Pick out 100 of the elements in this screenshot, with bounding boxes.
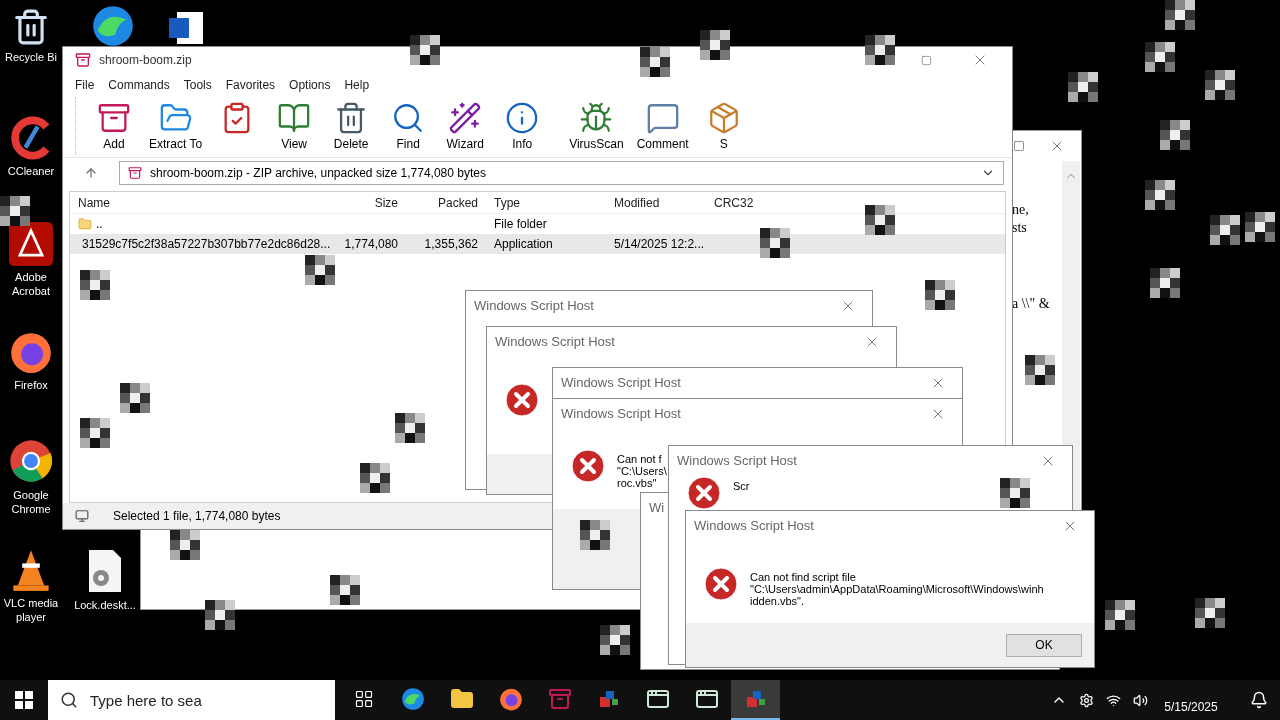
glitch-tile [600,625,630,655]
archive-icon [547,687,572,711]
task-view-icon [353,689,374,709]
glitch-tile [1145,42,1175,72]
glitch-tile [1245,212,1275,242]
clock-date[interactable]: 5/15/2025 [1160,698,1222,716]
toolbar-button[interactable]: Comment [636,101,689,155]
window-icon [694,687,719,711]
recycle-bin-icon [12,8,50,46]
folder-icon [449,687,474,711]
glitch-tile [1105,600,1135,630]
network-icon[interactable] [1106,692,1121,708]
column-header[interactable]: CRC32 [706,193,776,212]
toolbar-button[interactable]: View [272,101,317,155]
column-header[interactable]: Name [70,193,326,212]
toolbar-button[interactable]: Extract To [149,101,203,155]
document-text: sts [1012,219,1028,237]
table-cell-text: 1,355,362 [423,236,479,253]
desktop-icon[interactable]: Adobe Acrobat [2,222,60,298]
column-header[interactable]: Modified [606,193,706,212]
toolbar-button[interactable]: Add [92,101,136,155]
search-field[interactable]: Type here to sea [48,680,335,720]
info-icon [505,101,540,135]
desktop-icon[interactable]: Lock.deskt... [76,548,134,612]
up-arrow-icon [84,165,98,180]
desktop-icon-label: CCleaner [7,164,55,178]
table-cell-text: 5/14/2025 12:2... [613,236,706,253]
menu-item[interactable]: Commands [108,76,170,94]
dialog-title: Windows Script Host [694,517,814,536]
toolbar-button[interactable]: VirusScan [569,101,624,155]
pdf-app-icon [9,222,53,266]
browser-icon [91,4,135,48]
glitch-tile [1145,180,1175,210]
browser-icon [498,687,523,711]
desktop-icon[interactable]: CCleaner [2,116,60,178]
status-text: Selected 1 file, 1,774,080 bytes [113,508,281,525]
glitch-tile [80,270,110,300]
bug-icon [579,101,614,135]
document-text: ne, [1012,201,1030,219]
drive-icon [75,509,89,523]
dialog-title: Wi [649,499,665,518]
dialog-title: Windows Script Host [495,333,615,352]
document-text: a \\" & [1012,295,1051,313]
menu-item[interactable]: Favorites [225,76,276,94]
dialog-title: Windows Script Host [677,452,797,471]
desktop-icon-label: Firefox [14,378,48,392]
desktop-icon-label: VLC media player [2,596,60,624]
column-header[interactable]: Size [326,193,406,212]
notifications-icon[interactable] [1250,691,1268,709]
menu-item[interactable]: Help [344,76,370,94]
desktop-icon[interactable]: Google Chrome [2,438,60,516]
toolbar-button[interactable]: Find [386,101,431,155]
dialog-message: Scr [733,480,750,492]
browser-icon [400,687,425,711]
dialog-message: Can not f [617,453,663,465]
glitch-tile [1160,120,1190,150]
dialog-message: roc.vbs" [617,477,658,489]
glitch-tile [395,413,425,443]
dialog-title: Windows Script Host [561,405,681,424]
file-name: .. [96,216,103,233]
toolbar-button[interactable]: Delete [329,101,374,155]
search-icon [60,691,78,709]
glitch-tile [1025,355,1055,385]
dialog-message: Can not find script file [750,571,857,583]
table-cell-text: File folder [493,216,548,233]
ok-button[interactable]: OK [1006,633,1082,657]
speech-bubble-icon [645,101,680,135]
glitch-tile [0,196,30,226]
volume-icon[interactable] [1133,692,1148,708]
address-text: shroom-boom.zip - ZIP archive, unpacked size 1,774,080 bytes [150,164,487,182]
glitch-tile [205,600,235,630]
glitch-tile [1165,0,1195,30]
toolbar-button[interactable]: Wizard [443,101,488,155]
maximize-icon[interactable] [1013,140,1025,152]
menu-item[interactable]: Options [289,76,331,94]
wand-icon [448,101,483,135]
desktop-icon[interactable]: VLC media player [2,548,60,624]
desktop-icon[interactable]: Firefox [2,330,60,392]
glitch-tile [80,418,110,448]
address-field[interactable]: shroom-boom.zip - ZIP archive, unpacked size 1,774,080 bytes [119,160,1004,185]
desktop-icon[interactable]: Recycle Bi [2,8,60,64]
toolbar-button[interactable]: Info [500,101,545,155]
glitch-tile [1210,215,1240,245]
tray-app-icon[interactable] [1079,692,1094,708]
file-row[interactable]: 31529c7f5c2f38a57227b307bb77e2dc86d28... 1,774,080 1,355,362 Application 5/14/2025 12:2... [70,234,1005,254]
column-header[interactable]: Type [486,193,606,212]
column-header[interactable]: Packed [406,193,486,212]
windows-logo-icon [15,691,33,709]
menu-item[interactable]: Tools [183,76,212,94]
menu-item[interactable]: File [75,76,95,94]
table-cell-text: Application [493,236,554,253]
dialog-title: Windows Script Host [561,374,681,393]
glitch-tile [1195,598,1225,628]
browser-icon [8,438,54,484]
toolbar-button[interactable]: S [701,101,746,155]
archive-icon [128,165,142,180]
app-icon [75,52,91,68]
glitch-tile [1068,72,1098,102]
glitch-tile [330,575,360,605]
glitch-tile [305,255,335,285]
